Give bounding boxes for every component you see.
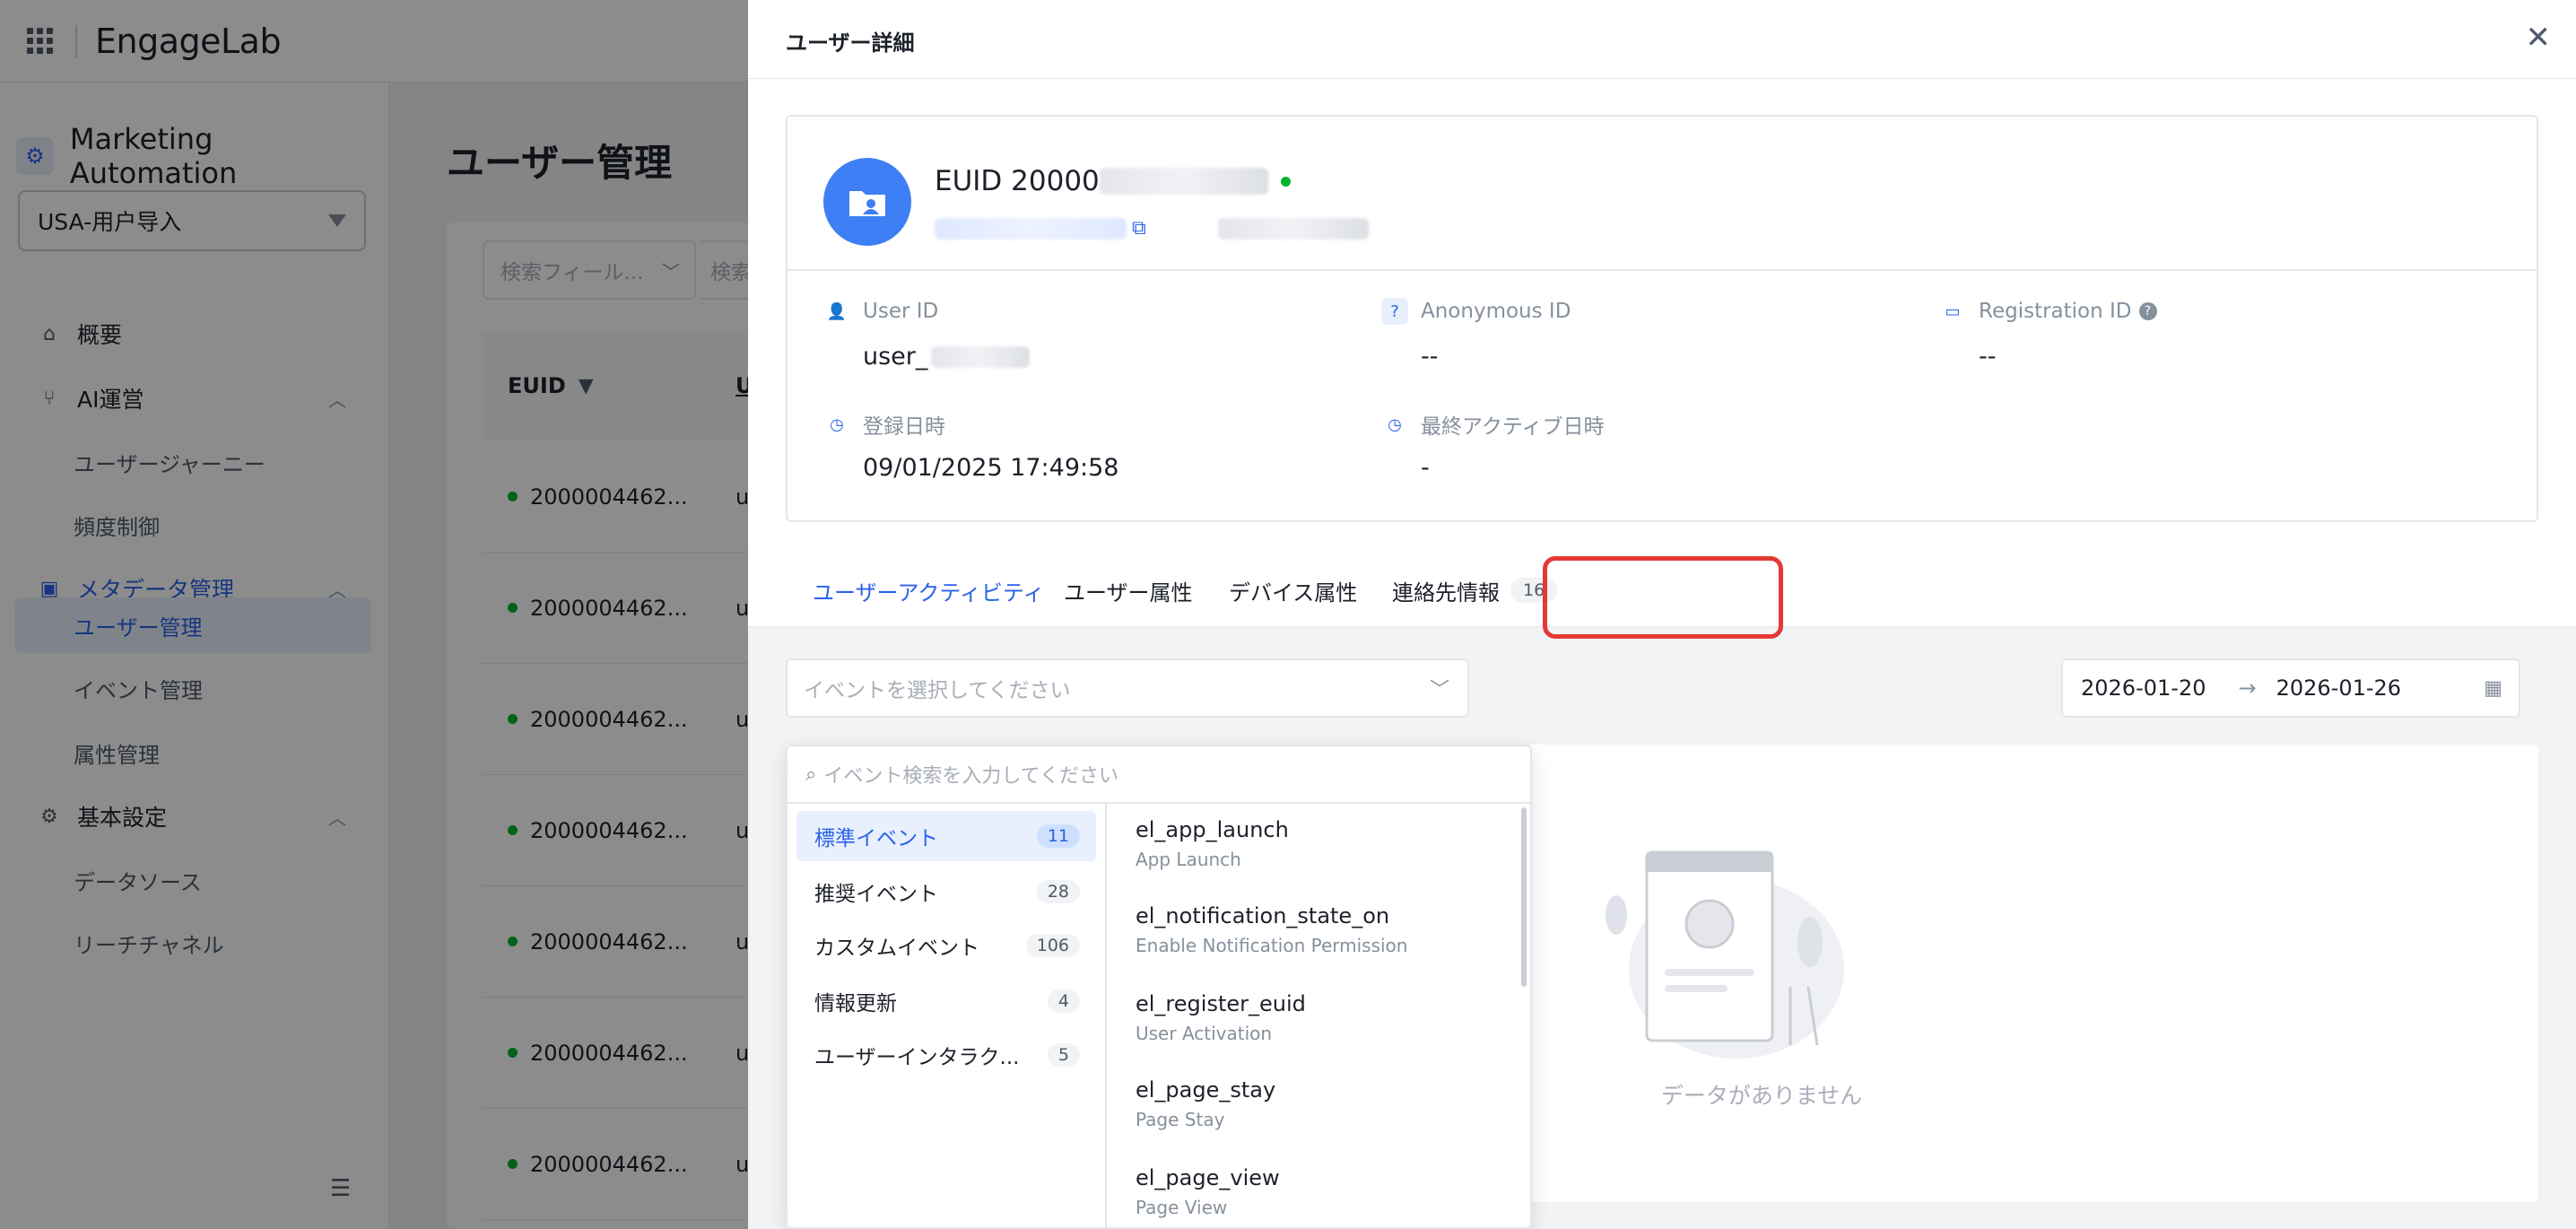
registration-id-value: -- [1979,343,1997,370]
event-search-placeholder: イベント検索を入力してください [823,765,1119,788]
count-badge: 5 [1047,1043,1080,1067]
drawer-header: ユーザー詳細 ✕ [748,0,2576,79]
event-search-input[interactable]: ⌕ イベント検索を入力してください [788,746,1530,804]
event-category-list: 標準イベント 11 推奨イベント 28 カスタムイベント 106 情報更新 4 … [788,804,1107,1227]
event-description: Enable Notification Permission [1136,935,1408,956]
redacted-euid [1099,168,1268,195]
event-select-placeholder: イベントを選択してください [804,679,1071,702]
device-icon: ▭ [1945,301,1961,321]
online-status-dot [1280,176,1291,187]
event-description: Page View [1136,1197,1228,1218]
clock-icon: ◷ [1388,414,1402,434]
event-list: el_app_launch App Launch el_notification… [1109,804,1530,1227]
user-id-value: user_ [863,343,1031,370]
user-id-label: 👤 User ID [823,298,938,325]
category-label: 推奨イベント [814,883,938,906]
category-label: 標準イベント [814,827,938,850]
event-option[interactable]: el_page_stay Page Stay [1136,1075,1512,1134]
event-option[interactable]: el_register_euid User Activation [1136,989,1512,1048]
date-end[interactable]: 2026-01-26 [2276,676,2401,701]
category-label: カスタムイベント [814,937,979,960]
tab-label: 連絡先情報 [1392,580,1500,606]
clock-icon: ◷ [830,414,844,434]
field-label: 登録日時 [863,415,945,439]
category-label: ユーザーインタラク... [814,1046,1020,1069]
date-range-arrow: → [2238,676,2257,701]
event-description: User Activation [1136,1023,1273,1044]
category-label: 情報更新 [814,992,897,1015]
count-badge: 28 [1036,880,1080,903]
tab-contact-info[interactable]: 連絡先情報 16 [1392,556,1558,624]
redacted-user-id [931,345,1031,368]
category-info-update[interactable]: 情報更新 4 [796,976,1096,1026]
category-recommended-events[interactable]: 推奨イベント 28 [796,867,1096,917]
user-folder-icon [849,191,885,216]
profile-summary: EUID 20000 ⧉ [788,117,2537,271]
event-description: Page Stay [1136,1109,1225,1130]
modal-overlay[interactable] [0,0,748,1229]
field-value: user_ [863,343,928,370]
date-start[interactable]: 2026-01-20 [2081,676,2206,701]
event-option[interactable]: el_notification_state_on Enable Notifica… [1136,901,1512,960]
event-select[interactable]: イベントを選択してください ﹀ [786,658,1469,718]
event-name: el_app_launch [1136,817,1289,842]
help-icon[interactable]: ? [2138,302,2157,320]
tab-device-attributes[interactable]: デバイス属性 [1229,556,1357,624]
event-name: el_page_view [1136,1165,1280,1190]
redacted-link [935,217,1127,240]
event-option[interactable]: el_page_view Page View [1136,1163,1512,1222]
category-user-interaction[interactable]: ユーザーインタラク... 5 [796,1030,1096,1080]
event-option[interactable]: el_app_launch App Launch [1136,815,1512,874]
field-label: Anonymous ID [1421,300,1571,323]
registered-label: ◷ 登録日時 [823,409,945,440]
count-badge: 11 [1036,824,1080,848]
search-icon: ⌕ [805,763,817,786]
euid-line: EUID 20000 [935,165,1291,197]
last-active-label: ◷ 最終アクティブ日時 [1381,409,1604,440]
event-name: el_notification_state_on [1136,903,1390,928]
tab-user-attributes[interactable]: ユーザー属性 [1064,556,1193,624]
count-badge: 4 [1047,989,1080,1013]
anonymous-icon: ? [1381,298,1408,325]
registered-value: 09/01/2025 17:49:58 [863,454,1119,482]
event-dropdown: ⌕ イベント検索を入力してください 標準イベント 11 推奨イベント 28 カス… [786,745,1532,1229]
profile-card: EUID 20000 ⧉ 👤 User ID user_ ? Anonymous… [786,115,2538,522]
euid-sub-line: ⧉ [935,217,1369,240]
calendar-icon[interactable]: ▦ [2484,677,2502,700]
registration-id-label: ▭ Registration ID ? [1939,298,2157,325]
close-icon[interactable]: ✕ [2526,22,2552,54]
dropdown-scrollbar[interactable] [1521,807,1527,987]
field-label: User ID [863,300,939,323]
redacted-meta [1217,217,1369,240]
event-description: App Launch [1136,849,1241,870]
avatar [823,158,911,246]
last-active-value: - [1421,454,1430,482]
euid-text: EUID 20000 [935,165,1100,197]
user-icon: 👤 [826,301,848,321]
event-name: el_page_stay [1136,1077,1276,1103]
chevron-down-icon: ﹀ [1429,679,1449,702]
date-range-picker[interactable]: 2026-01-20 → 2026-01-26 ▦ [2061,658,2520,718]
drawer-title: ユーザー詳細 [786,31,915,56]
tab-highlight-annotation [1543,556,1783,639]
anonymous-id-value: -- [1421,343,1439,370]
anonymous-id-label: ? Anonymous ID [1381,298,1571,325]
empty-state-illustration [1606,850,1844,1059]
copy-icon[interactable]: ⧉ [1132,217,1146,240]
category-custom-events[interactable]: カスタムイベント 106 [796,920,1096,971]
count-badge: 106 [1025,934,1080,957]
event-name: el_register_euid [1136,991,1306,1016]
field-label: 最終アクティブ日時 [1421,415,1605,439]
field-label: Registration ID [1979,300,2132,323]
category-standard-events[interactable]: 標準イベント 11 [796,811,1096,861]
tab-user-activity[interactable]: ユーザーアクティビティ [813,556,1044,624]
